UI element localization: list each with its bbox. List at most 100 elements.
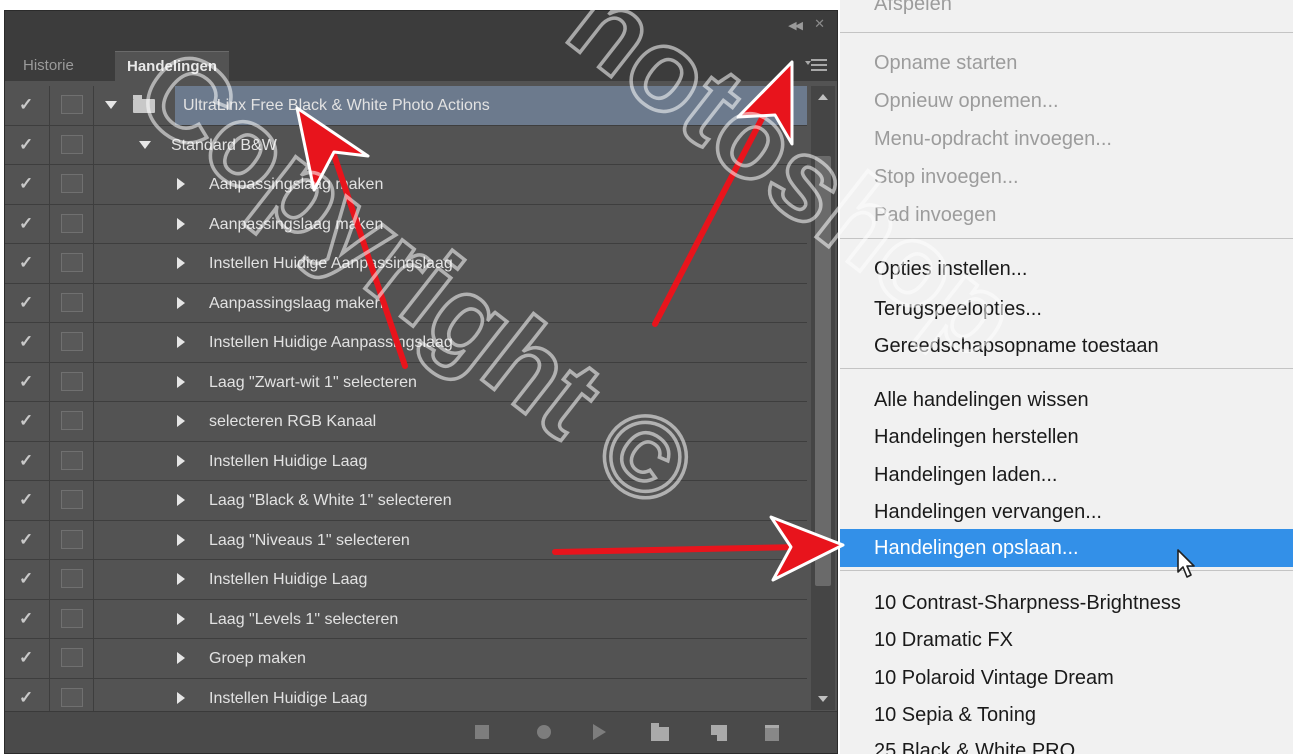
menu-item-handelingen-opslaan[interactable]: Handelingen opslaan... xyxy=(874,530,1079,566)
panel-bottom-toolbar xyxy=(5,711,837,753)
menu-item-action-set-1[interactable]: 10 Contrast-Sharpness-Brightness xyxy=(874,585,1181,621)
menu-item-opties-instellen[interactable]: Opties instellen... xyxy=(874,251,1027,287)
dialog-toggle-box[interactable] xyxy=(61,134,83,154)
dialog-toggle-box[interactable] xyxy=(61,450,83,470)
expand-triangle-icon[interactable] xyxy=(177,573,185,585)
expand-triangle-icon[interactable] xyxy=(177,178,185,190)
toggle-checkmark-icon[interactable]: ✓ xyxy=(19,490,33,510)
action-step-row[interactable]: ✓ Aanpassingslaag maken xyxy=(5,204,807,244)
expand-triangle-icon[interactable] xyxy=(177,652,185,664)
expand-triangle-icon[interactable] xyxy=(177,415,185,427)
panel-menu-icon[interactable] xyxy=(805,59,827,73)
new-action-icon[interactable] xyxy=(711,725,727,741)
menu-item-action-set-4[interactable]: 10 Sepia & Toning xyxy=(874,697,1036,733)
toggle-checkmark-icon[interactable]: ✓ xyxy=(19,135,33,155)
menu-item-alle-handelingen-wissen[interactable]: Alle handelingen wissen xyxy=(874,382,1089,418)
menu-item-pad-invoegen[interactable]: Pad invoegen xyxy=(874,197,996,233)
close-icon[interactable]: ✕ xyxy=(814,16,825,32)
action-step-row[interactable]: ✓ Instellen Huidige Laag xyxy=(5,441,807,481)
toggle-checkmark-icon[interactable]: ✓ xyxy=(19,332,33,352)
action-step-row[interactable]: ✓ selecteren RGB Kanaal xyxy=(5,402,807,442)
toggle-checkmark-icon[interactable]: ✓ xyxy=(19,530,33,550)
action-step-row[interactable]: ✓ Aanpassingslaag maken xyxy=(5,283,807,323)
action-step-row[interactable]: ✓ Instellen Huidige Laag xyxy=(5,560,807,600)
toggle-checkmark-icon[interactable]: ✓ xyxy=(19,648,33,668)
trash-icon[interactable] xyxy=(765,725,779,741)
action-step-row[interactable]: ✓ Laag "Black & White 1" selecteren xyxy=(5,481,807,521)
toggle-checkmark-icon[interactable]: ✓ xyxy=(19,214,33,234)
action-row[interactable]: ✓ Standard B&W xyxy=(5,125,807,165)
menu-item-gereedschapsopname-toestaan[interactable]: Gereedschapsopname toestaan xyxy=(874,328,1159,364)
expand-triangle-icon[interactable] xyxy=(177,454,185,467)
dialog-toggle-box[interactable] xyxy=(61,608,83,628)
expand-triangle-icon[interactable] xyxy=(177,375,185,388)
panel-scrollbar[interactable] xyxy=(811,86,835,710)
dialog-toggle-box[interactable] xyxy=(61,332,83,351)
toggle-checkmark-icon[interactable]: ✓ xyxy=(19,451,33,471)
tab-handelingen[interactable]: Handelingen xyxy=(115,51,230,81)
menu-item-action-set-5[interactable]: 25 Black & White PRO xyxy=(874,733,1075,754)
play-icon[interactable] xyxy=(593,724,606,740)
action-step-label: Aanpassingslaag maken xyxy=(209,294,384,312)
menu-item-stop-invoegen[interactable]: Stop invoegen... xyxy=(874,159,1019,195)
menu-item-action-set-2[interactable]: 10 Dramatic FX xyxy=(874,622,1013,658)
dialog-toggle-box[interactable] xyxy=(61,253,83,272)
toggle-checkmark-icon[interactable]: ✓ xyxy=(19,174,33,194)
folder-icon[interactable] xyxy=(651,723,669,741)
toggle-checkmark-icon[interactable]: ✓ xyxy=(19,253,33,273)
expand-triangle-icon[interactable] xyxy=(139,140,151,149)
menu-item-afspelen[interactable]: Afspelen xyxy=(874,0,952,22)
dialog-toggle-box[interactable] xyxy=(61,529,83,549)
expand-triangle-icon[interactable] xyxy=(177,494,185,506)
toggle-checkmark-icon[interactable]: ✓ xyxy=(19,95,33,115)
toggle-checkmark-icon[interactable]: ✓ xyxy=(19,569,33,589)
dialog-toggle-box[interactable] xyxy=(61,371,83,391)
action-step-row[interactable]: ✓ Instellen Huidige Aanpassingslaag xyxy=(5,244,807,284)
menu-item-opnieuw-opnemen[interactable]: Opnieuw opnemen... xyxy=(874,83,1059,119)
menu-item-handelingen-herstellen[interactable]: Handelingen herstellen xyxy=(874,419,1079,455)
dialog-toggle-box[interactable] xyxy=(61,292,83,312)
toggle-checkmark-icon[interactable]: ✓ xyxy=(19,609,33,629)
expand-triangle-icon[interactable] xyxy=(177,336,185,348)
record-icon[interactable] xyxy=(537,725,551,739)
scroll-thumb[interactable] xyxy=(815,156,831,586)
dialog-toggle-box[interactable] xyxy=(61,174,83,193)
expand-triangle-icon[interactable] xyxy=(177,691,185,704)
action-step-row[interactable]: ✓ Laag "Levels 1" selecteren xyxy=(5,599,807,639)
action-step-row[interactable]: ✓ Laag "Zwart-wit 1" selecteren xyxy=(5,362,807,402)
dialog-toggle-box[interactable] xyxy=(61,687,83,707)
action-step-row[interactable]: ✓ Instellen Huidige Aanpassingslaag xyxy=(5,323,807,363)
stop-icon[interactable] xyxy=(475,725,489,739)
action-name: Standard B&W xyxy=(171,136,277,154)
expand-triangle-icon[interactable] xyxy=(177,257,185,269)
toggle-checkmark-icon[interactable]: ✓ xyxy=(19,411,33,431)
menu-item-handelingen-vervangen[interactable]: Handelingen vervangen... xyxy=(874,494,1102,530)
expand-triangle-icon[interactable] xyxy=(177,533,185,546)
menu-item-menu-opdracht-invoegen[interactable]: Menu-opdracht invoegen... xyxy=(874,121,1112,157)
menu-item-handelingen-laden[interactable]: Handelingen laden... xyxy=(874,457,1057,493)
dialog-toggle-box[interactable] xyxy=(61,95,83,114)
menu-item-terugspeelopties[interactable]: Terugspeelopties... xyxy=(874,291,1042,327)
expand-triangle-icon[interactable] xyxy=(177,612,185,625)
action-step-row[interactable]: ✓ Laag "Niveaus 1" selecteren xyxy=(5,520,807,560)
scroll-up-arrow-icon[interactable] xyxy=(818,94,828,100)
expand-triangle-icon[interactable] xyxy=(177,296,185,309)
toggle-checkmark-icon[interactable]: ✓ xyxy=(19,688,33,708)
double-chevron-icon[interactable]: ◀◀ xyxy=(788,19,803,32)
dialog-toggle-box[interactable] xyxy=(61,213,83,233)
toggle-checkmark-icon[interactable]: ✓ xyxy=(19,372,33,392)
dialog-toggle-box[interactable] xyxy=(61,411,83,430)
dialog-toggle-box[interactable] xyxy=(61,490,83,509)
expand-triangle-icon[interactable] xyxy=(105,101,117,109)
toggle-checkmark-icon[interactable]: ✓ xyxy=(19,293,33,313)
menu-item-opname-starten[interactable]: Opname starten xyxy=(874,45,1017,81)
dialog-toggle-box[interactable] xyxy=(61,648,83,667)
action-step-row[interactable]: ✓ Groep maken xyxy=(5,639,807,679)
menu-item-action-set-3[interactable]: 10 Polaroid Vintage Dream xyxy=(874,660,1114,696)
scroll-down-arrow-icon[interactable] xyxy=(818,696,828,702)
tab-historie[interactable]: Historie xyxy=(11,51,86,81)
action-step-row[interactable]: ✓ Aanpassingslaag maken xyxy=(5,165,807,205)
expand-triangle-icon[interactable] xyxy=(177,217,185,230)
dialog-toggle-box[interactable] xyxy=(61,569,83,588)
action-set-row[interactable]: ✓ UltraLinx Free Black & White Photo Act… xyxy=(5,86,807,126)
